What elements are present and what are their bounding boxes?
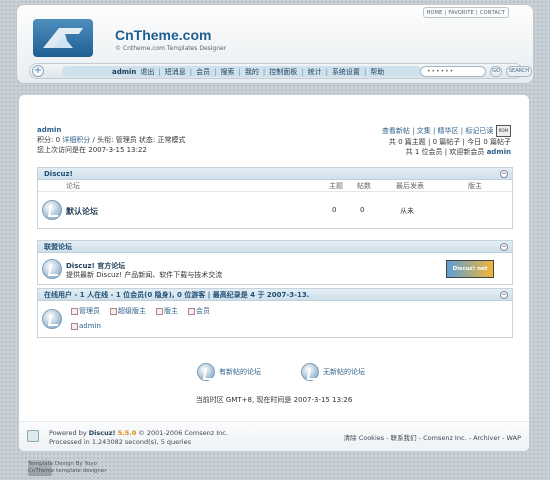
union-header[interactable]: 联盟论坛 − xyxy=(38,241,512,253)
topics-count: 0 xyxy=(332,206,337,214)
rom-button[interactable]: ROM xyxy=(495,125,511,137)
online-title: 在线用户 - 1 人在线 - 1 位会员(0 隐身), 0 位游客 | 最高纪录… xyxy=(44,291,310,299)
processed-info: Processed in 1.243082 second(s), 5 queri… xyxy=(49,438,192,446)
category-title: Discuz! xyxy=(44,170,73,178)
nav-help[interactable]: 帮助 xyxy=(370,67,384,77)
user-info: admin 积分: 0 详细积分 / 头衔: 管理员 状态: 正常模式 您上次访… xyxy=(37,125,186,154)
forum-legend: 有新帖的论坛 无新帖的论坛 xyxy=(197,363,365,381)
footer: Powered by Discuz! 5.5.0 © 2001-2006 Com… xyxy=(19,421,529,451)
search-input[interactable]: •••••• xyxy=(420,66,486,77)
posts-count: 0 xyxy=(360,206,365,214)
main-content: admin 积分: 0 详细积分 / 头衔: 管理员 状态: 正常模式 您上次访… xyxy=(18,94,530,452)
forum-icon xyxy=(42,200,62,220)
last-visit-time: 2007-3-15 13:22 xyxy=(88,146,147,154)
forum-name-link[interactable]: 默认论坛 xyxy=(66,206,98,217)
admin-icon xyxy=(71,307,78,315)
footer-logo-icon xyxy=(27,430,39,442)
plus-icon[interactable]: + xyxy=(32,65,44,77)
home-link[interactable]: HOME xyxy=(427,10,443,16)
forum-stats: 共 0 篇主题 | 0 篇帖子 | 今日 0 篇帖子 xyxy=(388,138,511,146)
moderator-icon xyxy=(156,307,163,315)
site-logo[interactable] xyxy=(33,19,93,57)
category-header[interactable]: Discuz! − xyxy=(38,168,512,180)
nav-messages[interactable]: 短消息 xyxy=(165,67,186,77)
nav-stats[interactable]: 统计 xyxy=(308,67,322,77)
nav-system-settings[interactable]: 系统设置 xyxy=(332,67,360,77)
user-icon xyxy=(71,322,78,330)
member-icon xyxy=(188,307,195,315)
union-title: 联盟论坛 xyxy=(44,243,72,251)
collapse-icon[interactable]: − xyxy=(500,291,508,299)
nav-username[interactable]: admin xyxy=(112,68,136,76)
super-moderator-icon xyxy=(110,307,117,315)
collapse-icon[interactable]: − xyxy=(500,170,508,178)
template-credit: Template Design By Yoyo CnTheme template… xyxy=(28,461,107,474)
new-posts-icon xyxy=(197,363,215,381)
last-post: 从未 xyxy=(400,207,414,215)
online-header[interactable]: 在线用户 - 1 人在线 - 1 位会员(0 隐身), 0 位游客 | 最高纪录… xyxy=(38,289,512,301)
nav-search[interactable]: 搜索 xyxy=(221,67,235,77)
quick-links: 查看新帖 | 文集 | 精华区 | 标记已读 ROM 共 0 篇主题 | 0 篇… xyxy=(381,125,511,156)
online-legend: 管理员 超级版主 版主 会员 xyxy=(71,306,210,316)
footer-info: Powered by Discuz! 5.5.0 © 2001-2006 Com… xyxy=(49,429,228,446)
online-user[interactable]: admin xyxy=(71,322,101,330)
nav-menu: admin 退出 | 短消息 | 会员 | 搜索 | 我的 | 控制面板 | 统… xyxy=(62,66,422,77)
user-title: 管理员 xyxy=(115,136,137,144)
go-button[interactable]: GO xyxy=(490,66,502,77)
newest-member-link[interactable]: admin xyxy=(487,148,511,156)
nav-members[interactable]: 会员 xyxy=(196,67,210,77)
collapse-icon[interactable]: − xyxy=(500,243,508,251)
online-users-panel: 在线用户 - 1 人在线 - 1 位会员(0 隐身), 0 位游客 | 最高纪录… xyxy=(37,288,513,338)
current-username[interactable]: admin xyxy=(37,125,186,135)
no-new-posts-icon xyxy=(301,363,319,381)
table-header: 论坛 主题 帖数 最后发表 版主 xyxy=(38,180,512,192)
list-item: Discuz! 官方论坛 提供最新 Discuz! 产品新闻、软件下载与技术交流… xyxy=(38,253,512,285)
logo-mark-icon xyxy=(43,28,83,48)
table-row: 默认论坛 0 0 从未 xyxy=(38,192,512,228)
nav-control-panel[interactable]: 控制面板 xyxy=(269,67,297,77)
navbar: + admin 退出 | 短消息 | 会员 | 搜索 | 我的 | 控制面板 |… xyxy=(29,63,532,79)
timezone-info: 当前时区 GMT+8, 现在时间是 2007-3-15 13:26 xyxy=(195,396,353,404)
nav-logout[interactable]: 退出 xyxy=(140,67,154,77)
union-forum-desc: 提供最新 Discuz! 产品新闻、软件下载与技术交流 xyxy=(66,271,223,279)
points-detail-link[interactable]: 详细积分 xyxy=(60,136,90,144)
site-brand: CnTheme.com xyxy=(115,27,212,43)
search-button[interactable]: SEARCH xyxy=(506,66,532,77)
union-logo-badge[interactable]: Discuz! net xyxy=(446,260,494,278)
header: HOME | FAVORITE | CONTACT CnTheme.com © … xyxy=(16,4,534,84)
contact-link[interactable]: CONTACT xyxy=(480,10,505,16)
forum-category-panel: Discuz! − 论坛 主题 帖数 最后发表 版主 默认论坛 0 0 从未 xyxy=(37,167,513,229)
nav-my[interactable]: 我的 xyxy=(245,67,259,77)
forum-icon xyxy=(42,259,62,279)
online-icon xyxy=(42,309,62,329)
new-posts-label: 有新帖的论坛 xyxy=(219,368,261,376)
no-new-posts-label: 无新帖的论坛 xyxy=(323,368,365,376)
quick-links-text[interactable]: 查看新帖 | 文集 | 精华区 | 标记已读 xyxy=(382,127,493,135)
top-links: HOME | FAVORITE | CONTACT xyxy=(422,7,509,18)
footer-links[interactable]: 清除 Cookies - 联系我们 - Comsenz Inc. - Archi… xyxy=(344,432,521,442)
favorite-link[interactable]: FAVORITE xyxy=(448,10,474,16)
site-tagline: © Cntheme.com Templates Designer xyxy=(115,45,227,52)
discuz-link[interactable]: Discuz! xyxy=(89,429,116,437)
union-forums-panel: 联盟论坛 − Discuz! 官方论坛 提供最新 Discuz! 产品新闻、软件… xyxy=(37,240,513,285)
user-status: 状态: 正常模式 xyxy=(136,136,186,144)
